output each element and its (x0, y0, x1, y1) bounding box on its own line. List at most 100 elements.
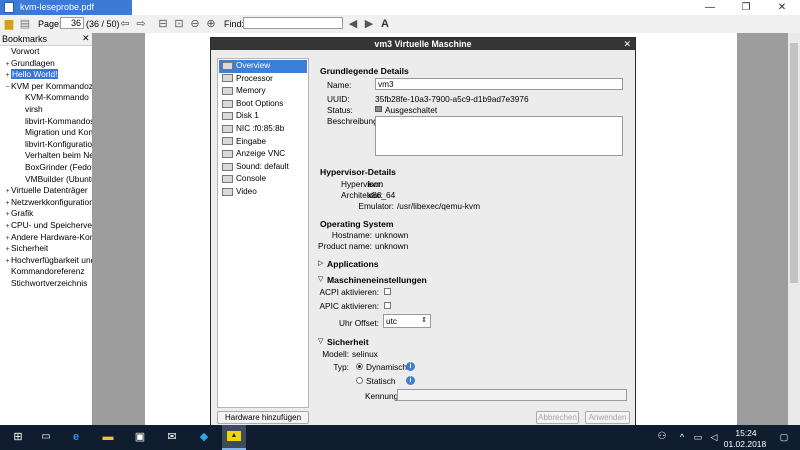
security-heading[interactable]: Sicherheit (327, 337, 369, 347)
apic-checkbox[interactable] (384, 302, 391, 309)
expander-expanded-icon[interactable]: ▽ (318, 275, 323, 283)
app-icon[interactable]: ◆ (196, 429, 212, 445)
bookmark-item[interactable]: +Sicherheit (4, 243, 48, 255)
bookmark-label: CPU- und Speicherverwa (11, 220, 92, 230)
hardware-item[interactable]: Sound: default (219, 161, 307, 174)
fit-page-icon[interactable]: ⊡ (172, 17, 186, 31)
bookmark-label: libvirt-Kommandos (25, 115, 93, 126)
bookmark-label: KVM per Kommandozeil (11, 80, 93, 91)
find-previous-icon[interactable]: ◀ (346, 17, 360, 31)
zoom-in-icon[interactable]: ⊕ (204, 17, 218, 31)
hardware-item[interactable]: Anzeige VNC (219, 148, 307, 161)
add-hardware-button[interactable]: Hardware hinzufügen (217, 411, 309, 424)
applications-heading[interactable]: Applications (327, 259, 379, 269)
bookmark-item[interactable]: libvirt-Konfiguration u (18, 139, 92, 151)
bookmark-item[interactable]: +Grafik (4, 208, 33, 220)
bookmark-item[interactable]: +Netzwerkkonfiguration (4, 197, 92, 209)
cancel-button[interactable]: Abbrechen (536, 411, 579, 424)
hardware-item[interactable]: Processor (219, 73, 307, 86)
hardware-item[interactable]: NIC :f0:85:8b (219, 123, 307, 136)
dynamic-radio[interactable] (356, 363, 363, 370)
expander-expanded-icon[interactable]: ▽ (318, 337, 323, 345)
bookmarks-toggle-icon[interactable]: ▤ (18, 17, 32, 31)
static-radio[interactable] (356, 377, 363, 384)
people-icon[interactable]: ⚇ (654, 429, 670, 445)
dialog-close-icon[interactable]: ✕ (623, 38, 631, 50)
bookmark-label: Kommandoreferenz (11, 266, 85, 277)
bookmarks-header: Bookmarks ✕ (0, 33, 92, 46)
architecture-value: x86_64 (368, 190, 396, 200)
clock-offset-select[interactable]: utc ⇕ (383, 314, 431, 328)
page-number-input[interactable]: 36 (60, 17, 84, 29)
network-icon[interactable]: ▭ (690, 429, 706, 445)
mail-icon[interactable]: ✉ (164, 429, 180, 445)
bookmark-item[interactable]: virsh (18, 104, 43, 116)
bookmark-item[interactable]: VMBuilder (Ubuntu) (18, 174, 92, 186)
page-label: Page: (38, 19, 62, 29)
bookmark-item[interactable]: +Hochverfügbarkeit und ( (4, 255, 92, 267)
open-folder-icon[interactable]: ▆ (2, 17, 16, 31)
bookmark-item[interactable]: +CPU- und Speicherverwa (4, 220, 92, 232)
collapse-icon[interactable]: − (4, 82, 11, 94)
store-icon[interactable]: ▣ (132, 429, 148, 445)
description-textarea[interactable] (375, 116, 623, 156)
hardware-item[interactable]: Video (219, 186, 307, 199)
info-icon: i (406, 376, 415, 385)
bookmark-item[interactable]: Vorwort (4, 46, 39, 58)
hardware-item[interactable]: Disk 1 (219, 110, 307, 123)
bookmark-item[interactable]: +Grundlagen (4, 58, 54, 70)
expander-collapsed-icon[interactable]: ▷ (318, 259, 323, 267)
bookmark-item[interactable]: +Andere Hardware-Komp (4, 232, 92, 244)
bookmark-item[interactable]: Migration und Konver (18, 127, 92, 139)
task-view-icon[interactable]: ▭ (38, 429, 54, 445)
hardware-item[interactable]: Overview (219, 60, 307, 73)
active-app-taskbar-button[interactable]: ▲ (222, 425, 246, 450)
close-window-button[interactable]: ✕ (764, 0, 800, 15)
apply-button[interactable]: Anwenden (585, 411, 630, 424)
maximize-button[interactable]: ❐ (728, 0, 764, 15)
file-explorer-icon[interactable]: ▬ (100, 429, 116, 445)
hardware-item-label: Memory (236, 86, 266, 96)
volume-icon[interactable]: ◁ (706, 429, 722, 445)
clock-date[interactable]: 01.02.2018 (722, 439, 768, 449)
vertical-scrollbar[interactable] (788, 33, 800, 425)
hardware-item[interactable]: Eingabe (219, 136, 307, 149)
bookmark-item[interactable]: −KVM per Kommandozeil (4, 80, 93, 94)
find-next-icon[interactable]: ▶ (362, 17, 376, 31)
previous-page-icon[interactable]: ⇦ (118, 17, 132, 31)
bookmark-item[interactable]: libvirt-Kommandos (18, 115, 93, 128)
acpi-checkbox[interactable] (384, 288, 391, 295)
hardware-item[interactable]: Boot Options (219, 98, 307, 111)
document-tab[interactable]: kvm-leseprobe.pdf (0, 0, 132, 15)
bookmark-item[interactable]: KVM-Kommando (18, 92, 89, 104)
zoom-out-icon[interactable]: ⊖ (188, 17, 202, 31)
windows-start-icon[interactable]: ⊞ (10, 429, 26, 445)
clock-time[interactable]: 15:24 (726, 428, 766, 438)
name-input[interactable]: vm3 (375, 78, 623, 90)
model-label: Modell: (322, 349, 349, 359)
bookmark-item[interactable]: Stichwortverzeichnis (4, 278, 87, 290)
hardware-item-label: Processor (236, 73, 273, 83)
bookmark-item[interactable]: + Hello World! (4, 69, 59, 81)
bookmark-item[interactable]: Kommandoreferenz (4, 266, 85, 278)
show-hidden-icons-icon[interactable]: ^ (674, 429, 690, 445)
minimize-button[interactable]: — (692, 0, 728, 15)
fit-width-icon[interactable]: ⊟ (156, 17, 170, 31)
hardware-item[interactable]: Memory (219, 85, 307, 98)
edge-browser-icon[interactable]: e (68, 429, 84, 445)
bookmark-label: Grafik (11, 208, 34, 219)
bookmark-item[interactable]: Verhalten beim Neusta (18, 150, 92, 162)
match-case-icon[interactable]: A (378, 17, 392, 31)
hardware-item-label: Disk 1 (236, 111, 259, 121)
hardware-item[interactable]: Console (219, 173, 307, 186)
find-input[interactable] (243, 17, 343, 29)
machine-settings-heading[interactable]: Maschineneinstellungen (327, 275, 427, 285)
close-bookmarks-icon[interactable]: ✕ (82, 33, 90, 44)
bookmark-item[interactable]: BoxGrinder (Fedora, R (18, 162, 92, 174)
next-page-icon[interactable]: ⇨ (134, 17, 148, 31)
scrollbar-thumb[interactable] (790, 43, 798, 283)
bookmark-item[interactable]: +Virtuelle Datenträger (4, 185, 87, 197)
label-input[interactable] (397, 389, 627, 401)
hardware-item-label: Overview (236, 61, 271, 70)
notifications-icon[interactable]: ▢ (776, 429, 792, 445)
